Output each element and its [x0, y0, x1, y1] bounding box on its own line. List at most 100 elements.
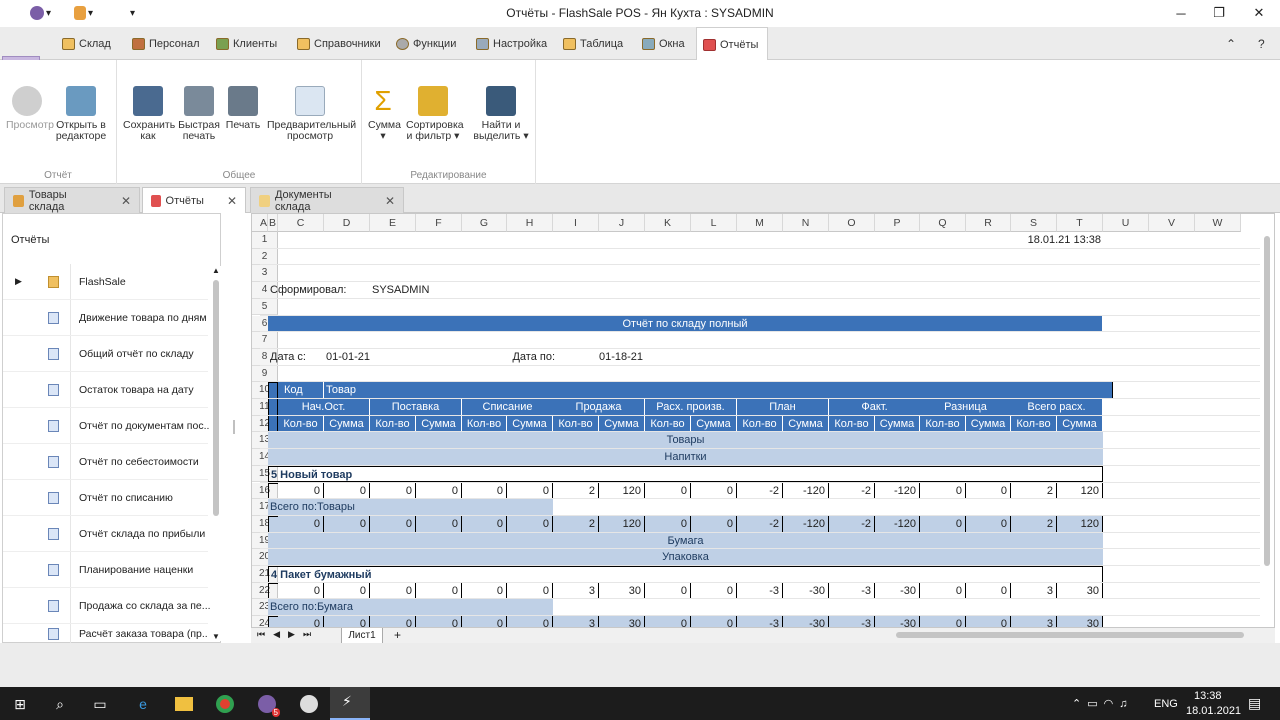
- sort-filter-button[interactable]: Сортировка и фильтр ▾: [406, 86, 464, 142]
- gridline: [260, 448, 1260, 450]
- panel-splitter[interactable]: [233, 420, 235, 434]
- row-header[interactable]: 1: [252, 232, 278, 249]
- tab-reports[interactable]: Отчёты: [696, 27, 768, 61]
- tree-item[interactable]: Отчёт склада по прибыли: [3, 516, 208, 552]
- column-header[interactable]: O: [829, 214, 875, 232]
- expand-icon[interactable]: ▶: [15, 276, 22, 287]
- collapse-ribbon-icon[interactable]: ⌃: [1220, 27, 1242, 60]
- sheet-nav-icons[interactable]: ⏮◀▶⏭: [257, 629, 319, 640]
- value-cell: 0: [507, 515, 553, 533]
- windows-start-icon[interactable]: ⊞: [9, 693, 31, 715]
- column-header[interactable]: D: [324, 214, 370, 232]
- save-as-button[interactable]: Сохранить как: [123, 86, 175, 142]
- vertical-scrollbar[interactable]: [1264, 236, 1270, 566]
- tab-functions[interactable]: Функции: [390, 27, 462, 60]
- close-button[interactable]: ✕: [1236, 0, 1280, 26]
- clock-date[interactable]: 18.01.2021: [1186, 705, 1241, 717]
- row-header[interactable]: 9: [252, 365, 278, 383]
- row-header[interactable]: 7: [252, 332, 278, 349]
- column-header[interactable]: P: [875, 214, 920, 232]
- value-cell: 0: [278, 482, 324, 500]
- app-icon[interactable]: [298, 693, 320, 715]
- tab-reports-doc[interactable]: Отчёты ✕: [142, 187, 246, 213]
- tree-item[interactable]: Отчёт по списанию: [3, 480, 208, 516]
- column-header[interactable]: U: [1103, 214, 1149, 232]
- tree-item[interactable]: Отчёт по себестоимости: [3, 444, 208, 480]
- metric-header: Кол-во: [278, 415, 324, 433]
- add-sheet-icon[interactable]: +: [394, 628, 401, 642]
- quick-print-button[interactable]: Быстрая печать: [177, 86, 221, 142]
- tab-clients[interactable]: Клиенты: [210, 27, 283, 60]
- column-header[interactable]: E: [370, 214, 416, 232]
- tree-item[interactable]: Общий отчёт по складу: [3, 336, 208, 372]
- row-header[interactable]: 5: [252, 298, 278, 316]
- metric-header: Кол-во: [370, 415, 416, 433]
- tray-icons[interactable]: ⌃▭◠♫: [1072, 697, 1133, 710]
- tree-root[interactable]: ▶ FlashSale: [3, 264, 208, 300]
- column-header[interactable]: B: [268, 214, 278, 232]
- column-header[interactable]: C: [278, 214, 324, 232]
- tree-item[interactable]: Движение товара по дням: [3, 300, 208, 336]
- clock-time[interactable]: 13:38: [1194, 690, 1222, 702]
- print-button[interactable]: Печать: [225, 86, 261, 131]
- group-header: Факт.: [829, 399, 921, 416]
- spreadsheet[interactable]: A B C D E F G H I J K L M N O P Q R S T U V W 1 2 3 4 5 6 7 8 9 10 11 12 13…: [251, 213, 1275, 643]
- column-header[interactable]: N: [783, 214, 829, 232]
- clients-icon: [216, 37, 229, 50]
- tree-item[interactable]: Планирование наценки: [3, 552, 208, 588]
- column-header[interactable]: A: [260, 214, 268, 232]
- task-view-icon[interactable]: ▭: [89, 693, 111, 715]
- column-header[interactable]: V: [1149, 214, 1195, 232]
- flashsale-taskbar-button[interactable]: ⚡: [330, 687, 370, 720]
- edge-icon[interactable]: e: [132, 693, 154, 715]
- tree-item[interactable]: Расчёт заказа товара (пр...: [3, 624, 208, 644]
- column-header[interactable]: M: [737, 214, 783, 232]
- tab-warehouse-goods[interactable]: Товары склада ✕: [4, 187, 140, 213]
- column-header[interactable]: T: [1057, 214, 1103, 232]
- search-icon[interactable]: ⌕: [49, 693, 71, 715]
- tab-warehouse[interactable]: Склад: [56, 27, 117, 60]
- column-header[interactable]: W: [1195, 214, 1241, 232]
- tab-directories[interactable]: Справочники: [291, 27, 387, 60]
- close-tab-icon[interactable]: ✕: [385, 194, 395, 208]
- value-cell: 0: [370, 582, 416, 600]
- horizontal-scrollbar[interactable]: [896, 632, 1244, 638]
- viber-icon[interactable]: 5: [256, 693, 280, 717]
- sum-button[interactable]: Σ Сумма ▾: [368, 86, 401, 142]
- chrome-icon[interactable]: [214, 693, 236, 715]
- column-header[interactable]: K: [645, 214, 691, 232]
- column-header[interactable]: Q: [920, 214, 966, 232]
- row-header[interactable]: 3: [252, 265, 278, 283]
- column-header[interactable]: L: [691, 214, 737, 232]
- tree-item[interactable]: Продажа со склада за пе...: [3, 588, 211, 624]
- sheet-tab[interactable]: Лист1: [341, 628, 383, 644]
- tab-settings[interactable]: Настройка: [470, 27, 553, 60]
- open-in-editor-button[interactable]: Открыть в редакторе: [54, 86, 108, 142]
- gridline: [260, 398, 1260, 399]
- tab-windows[interactable]: Окна: [636, 27, 691, 60]
- column-header[interactable]: J: [599, 214, 645, 232]
- close-tab-icon[interactable]: ✕: [121, 194, 131, 208]
- notifications-icon[interactable]: ▤: [1248, 695, 1261, 712]
- print-preview-button[interactable]: Предварительный просмотр: [267, 86, 356, 142]
- tab-table[interactable]: Таблица: [557, 27, 629, 60]
- tree-item[interactable]: Отчёт по документам пос...: [3, 408, 212, 444]
- panel-scrollbar[interactable]: ▲ ▼: [210, 266, 222, 641]
- column-header[interactable]: S: [1011, 214, 1057, 232]
- help-icon[interactable]: ?: [1252, 27, 1271, 60]
- file-explorer-icon[interactable]: [173, 693, 195, 715]
- column-header[interactable]: R: [966, 214, 1011, 232]
- language-indicator[interactable]: ENG: [1154, 698, 1178, 710]
- column-header[interactable]: H: [507, 214, 553, 232]
- row-header[interactable]: 2: [252, 248, 278, 266]
- tab-warehouse-docs[interactable]: Документы склада ✕: [250, 187, 404, 213]
- close-tab-icon[interactable]: ✕: [227, 194, 237, 208]
- column-header[interactable]: I: [553, 214, 599, 232]
- column-header[interactable]: G: [462, 214, 507, 232]
- preview-button[interactable]: Просмотр: [6, 86, 54, 131]
- tab-staff[interactable]: Персонал: [126, 27, 206, 60]
- column-header[interactable]: F: [416, 214, 462, 232]
- tree-item[interactable]: Остаток товара на дату: [3, 372, 208, 408]
- find-select-button[interactable]: Найти и выделить ▾: [472, 86, 530, 142]
- scrollbar-thumb[interactable]: [213, 280, 219, 516]
